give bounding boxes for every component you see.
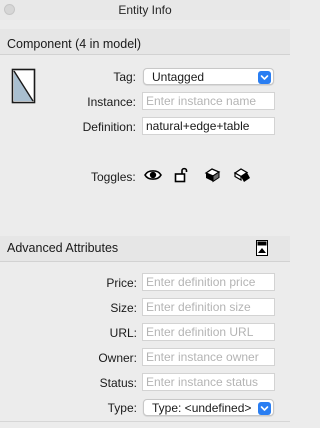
tag-label: Tag: — [113, 70, 136, 84]
price-input[interactable] — [142, 273, 275, 291]
window-title: Entity Info — [118, 3, 172, 17]
owner-label: Owner: — [98, 351, 137, 365]
toggles-label: Toggles: — [91, 170, 136, 184]
panel-bottom-divider — [0, 421, 290, 422]
type-select-value: Type: <undefined> — [152, 401, 252, 415]
advanced-section-title: Advanced Attributes — [7, 241, 119, 255]
component-section-header: Component (4 in model) — [0, 29, 290, 55]
chevron-updown-icon — [258, 70, 271, 84]
eye-icon[interactable] — [144, 166, 162, 184]
url-input[interactable] — [142, 323, 275, 341]
tag-select-value: Untagged — [152, 70, 205, 84]
size-input[interactable] — [142, 298, 275, 316]
chevron-updown-icon — [258, 401, 271, 415]
type-label: Type: — [107, 401, 137, 415]
component-section-title: Component (4 in model) — [7, 37, 142, 51]
definition-name-input[interactable] — [142, 117, 275, 135]
url-label: URL: — [109, 326, 137, 340]
price-label: Price: — [106, 276, 137, 290]
status-input[interactable] — [142, 373, 275, 391]
owner-input[interactable] — [142, 348, 275, 366]
instance-name-input[interactable] — [142, 92, 275, 110]
type-select[interactable]: Type: <undefined> — [143, 399, 274, 416]
status-label: Status: — [99, 376, 137, 390]
component-icon — [11, 68, 36, 104]
tag-select[interactable]: Untagged — [143, 68, 274, 85]
collapse-section-icon[interactable] — [256, 240, 268, 256]
receive-shadows-icon[interactable] — [204, 166, 222, 184]
title-bar: Entity Info — [0, 0, 290, 20]
instance-label: Instance: — [87, 95, 136, 109]
size-label: Size: — [110, 301, 137, 315]
cast-shadows-icon[interactable] — [233, 166, 251, 184]
advanced-section-header: Advanced Attributes — [0, 236, 290, 262]
definition-label: Definition: — [82, 120, 136, 134]
lock-icon[interactable] — [173, 166, 191, 184]
